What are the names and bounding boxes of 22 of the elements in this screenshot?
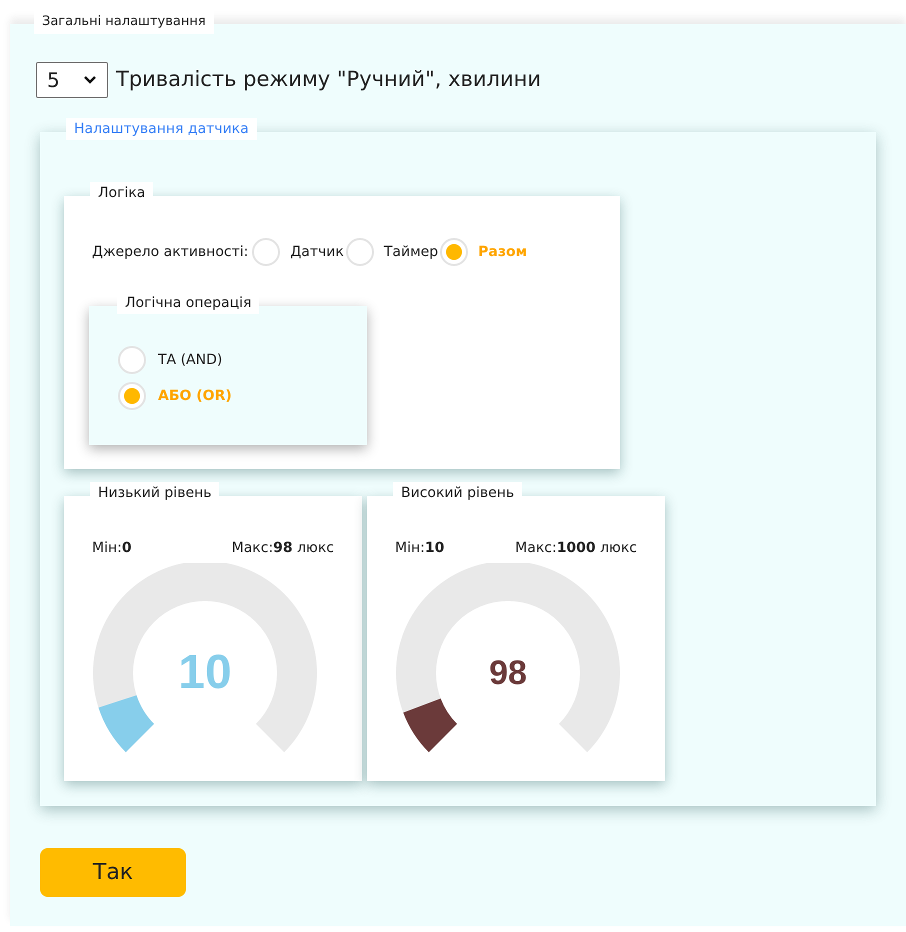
radio-label: Датчик bbox=[290, 242, 344, 262]
gauge-value: 98 bbox=[488, 653, 528, 694]
duration-label: Тривалість режиму "Ручний", хвилини bbox=[116, 66, 541, 94]
min-label: Мін:10 bbox=[395, 539, 444, 558]
min-label: Мін:0 bbox=[92, 539, 132, 558]
max-label: Макс:1000 люкс bbox=[515, 539, 637, 558]
radio-label: Таймер bbox=[384, 242, 438, 262]
radio-label: Разом bbox=[478, 242, 528, 262]
radio-button[interactable] bbox=[346, 238, 374, 266]
gauge-value: 10 bbox=[177, 648, 233, 698]
section-legend: Налаштування датчика bbox=[66, 118, 257, 140]
radio-button[interactable] bbox=[440, 238, 468, 266]
source-label: Джерело активності: bbox=[92, 242, 248, 262]
ok-button[interactable]: Так bbox=[40, 848, 186, 897]
radio-label: АБО (OR) bbox=[158, 386, 232, 406]
max-label: Макс:98 люкс bbox=[232, 539, 334, 558]
radio-button[interactable] bbox=[118, 346, 146, 374]
radio-button[interactable] bbox=[118, 382, 146, 410]
radio-button[interactable] bbox=[252, 238, 280, 266]
radio-label: ТА (AND) bbox=[158, 350, 222, 370]
chevron-down-icon bbox=[83, 75, 97, 85]
duration-select[interactable]: 5 bbox=[36, 62, 108, 98]
